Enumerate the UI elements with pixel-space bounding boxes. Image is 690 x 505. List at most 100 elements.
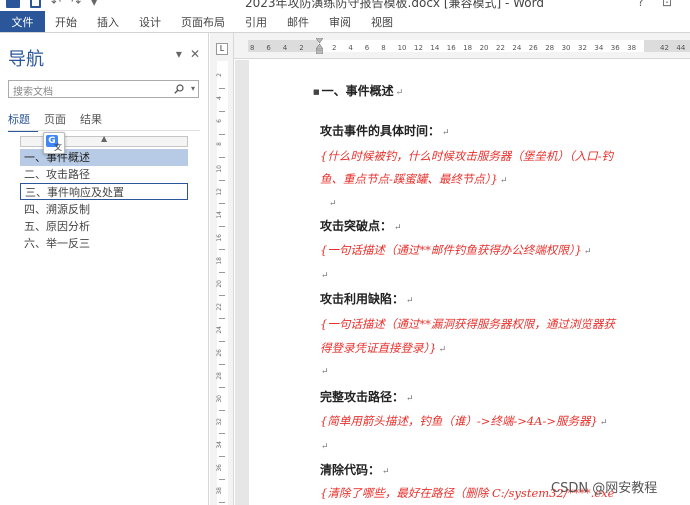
nav-pane-controls: ▾ ✕ (176, 47, 200, 61)
ruler-number: 32 (216, 418, 223, 426)
empty-paragraph[interactable]: ↵ (327, 195, 337, 209)
ruler-number: 24 (512, 44, 522, 52)
ruler-number: 42 (660, 44, 669, 52)
ruler-number: 2 (216, 73, 223, 77)
ruler-tick (219, 433, 225, 434)
ruler-number: 6 (216, 119, 223, 123)
word-app-icon (6, 0, 20, 8)
nav-pane-options-icon[interactable]: ▾ (176, 47, 182, 61)
chevron-down-icon[interactable]: ▾ (191, 84, 195, 93)
ruler-number: 18 (216, 257, 223, 265)
tab-headings[interactable]: 标题 (8, 111, 38, 132)
nav-heading-3[interactable]: 三、事件响应及处置 (20, 183, 188, 200)
doc-paragraph[interactable]: {一句话描述（通过**邮件钓鱼获得办公终端权限）} ↵ (320, 242, 591, 258)
window-controls: ? ⊡ (638, 0, 672, 9)
ribbon-display-options-icon[interactable]: ⊡ (662, 0, 672, 9)
ruler-number: 20 (479, 44, 489, 52)
section-heading[interactable]: ■ 一、事件概述 ↵ (313, 82, 403, 99)
translate-icon[interactable]: G 文 (43, 132, 65, 154)
doc-paragraph[interactable]: 攻击利用缺陷： ↵ (320, 290, 414, 307)
ruler-number: 16 (216, 234, 223, 242)
translate-wen-glyph: 文 (54, 143, 62, 152)
doc-paragraph[interactable]: {简单用箭头描述，钓鱼（谁）->终端->4A->服务器} ↵ (320, 413, 607, 429)
tab-page-layout[interactable]: 页面布局 (171, 11, 235, 32)
ruler-number: 12 (414, 44, 423, 52)
nav-heading-4[interactable]: 四、溯源反制 (20, 201, 188, 218)
ruler-tick (219, 249, 225, 250)
ruler-number: 18 (463, 44, 473, 52)
help-icon[interactable]: ? (638, 0, 644, 9)
watermark: CSDN @网安教程 (551, 481, 658, 496)
search-icon[interactable] (174, 84, 184, 94)
doc-paragraph[interactable]: 攻击事件的具体时间： ↵ (320, 122, 450, 139)
tab-home[interactable]: 开始 (45, 11, 87, 32)
ruler-tick (219, 111, 225, 112)
quick-access-toolbar: ↶ ↷ ▾ (6, 0, 97, 8)
tab-view[interactable]: 视图 (361, 11, 403, 32)
undo-icon[interactable]: ↶ (51, 0, 61, 8)
tab-file[interactable]: 文件 (0, 11, 45, 32)
save-icon[interactable] (30, 0, 41, 8)
ruler-number: 26 (528, 44, 538, 52)
ribbon-tab-bar: 文件 开始 插入 设计 页面布局 引用 邮件 审阅 视图 (0, 11, 690, 33)
doc-paragraph[interactable]: 得登录凭证直接登录）} ↵ (320, 340, 446, 356)
nav-pane-tabs: 标题 页面 结果 (8, 111, 116, 132)
ruler-number: 38 (627, 44, 637, 52)
ruler-tick (219, 226, 225, 227)
nav-heading-2[interactable]: 二、攻击路径 (20, 166, 188, 183)
ruler-tick (219, 364, 225, 365)
tab-results[interactable]: 结果 (80, 111, 110, 132)
empty-paragraph[interactable]: ↵ (319, 363, 329, 377)
navigation-pane: 导航 ▾ ✕ 搜索文档 ▾ 标题 页面 结果 ▲ 一、事件概述 二、攻击路径 三… (0, 33, 209, 505)
title-bar: ↶ ↷ ▾ 2023年攻防演练防守报告模板.docx [兼容模式] - Word… (0, 0, 690, 11)
doc-paragraph[interactable]: 完整攻击路径： ↵ (320, 388, 414, 405)
indent-marker-icon[interactable] (316, 38, 323, 54)
ruler-number: 24 (216, 326, 223, 334)
nav-heading-6[interactable]: 六、举一反三 (20, 235, 188, 252)
doc-paragraph[interactable]: {一句话描述（通过**漏洞获得服务器权限，通过浏览器获 (320, 316, 615, 332)
ruler-tick (219, 295, 225, 296)
divider (8, 130, 200, 131)
tab-pages[interactable]: 页面 (44, 111, 74, 132)
nav-heading-5[interactable]: 五、原因分析 (20, 218, 188, 235)
ruler-number: 38 (216, 487, 223, 495)
paragraph-mark: ↵ (395, 88, 404, 98)
tab-references[interactable]: 引用 (235, 11, 277, 32)
empty-paragraph[interactable]: ↵ (319, 267, 329, 281)
tab-insert[interactable]: 插入 (87, 11, 129, 32)
customize-quick-access-icon[interactable]: ▾ (91, 0, 97, 8)
doc-paragraph[interactable]: 攻击突破点： ↵ (320, 217, 402, 234)
ruler-number: 44 (676, 44, 686, 52)
ruler-number: 16 (446, 44, 456, 52)
tab-mailings[interactable]: 邮件 (277, 11, 319, 32)
document-page[interactable]: ■ 一、事件概述 ↵ 攻击事件的具体时间： ↵ {什么时候被钓，什么时候攻击服务器（堡… (249, 60, 690, 505)
ruler-number: 36 (216, 464, 223, 472)
ruler-tick (219, 479, 225, 480)
ruler-tick (219, 318, 225, 319)
close-icon[interactable]: ✕ (190, 47, 200, 61)
search-input[interactable]: 搜索文档 ▾ (8, 80, 199, 98)
search-placeholder: 搜索文档 (13, 87, 53, 98)
ruler-number: 14 (430, 44, 440, 52)
ruler-number: 4 (216, 96, 223, 100)
ruler-number: 20 (216, 280, 223, 288)
window-title: 2023年攻防演练防守报告模板.docx [兼容模式] - Word (245, 0, 544, 10)
ruler-number: 30 (216, 395, 223, 403)
redo-icon[interactable]: ↷ (71, 0, 81, 8)
doc-paragraph[interactable]: {什么时候被钓，什么时候攻击服务器（堡垒机）（入口-钓 (320, 148, 613, 164)
chevron-up-icon: ▲ (101, 134, 108, 143)
empty-paragraph[interactable]: ↵ (319, 438, 329, 452)
tab-review[interactable]: 审阅 (319, 11, 361, 32)
ruler-number: 2 (332, 44, 337, 52)
tab-design[interactable]: 设计 (129, 11, 171, 32)
bullet-icon: ■ (313, 87, 320, 96)
ruler-number: 26 (216, 349, 223, 357)
doc-paragraph[interactable]: 清除代码： ↵ (320, 461, 390, 478)
nav-pane-title: 导航 (8, 49, 44, 70)
document-canvas[interactable]: ■ 一、事件概述 ↵ 攻击事件的具体时间： ↵ {什么时候被钓，什么时候攻击服务器（堡… (235, 60, 690, 505)
ruler-number: 34 (594, 44, 604, 52)
tab-selector[interactable]: L (216, 43, 228, 55)
ruler-number: 28 (216, 372, 223, 380)
document-body: ■ 一、事件概述 ↵ 攻击事件的具体时间： ↵ {什么时候被钓，什么时候攻击服务器（堡… (249, 60, 690, 505)
doc-paragraph[interactable]: 鱼、重点节点-蹊蜜罐、最终节点）} ↵ (320, 171, 508, 187)
